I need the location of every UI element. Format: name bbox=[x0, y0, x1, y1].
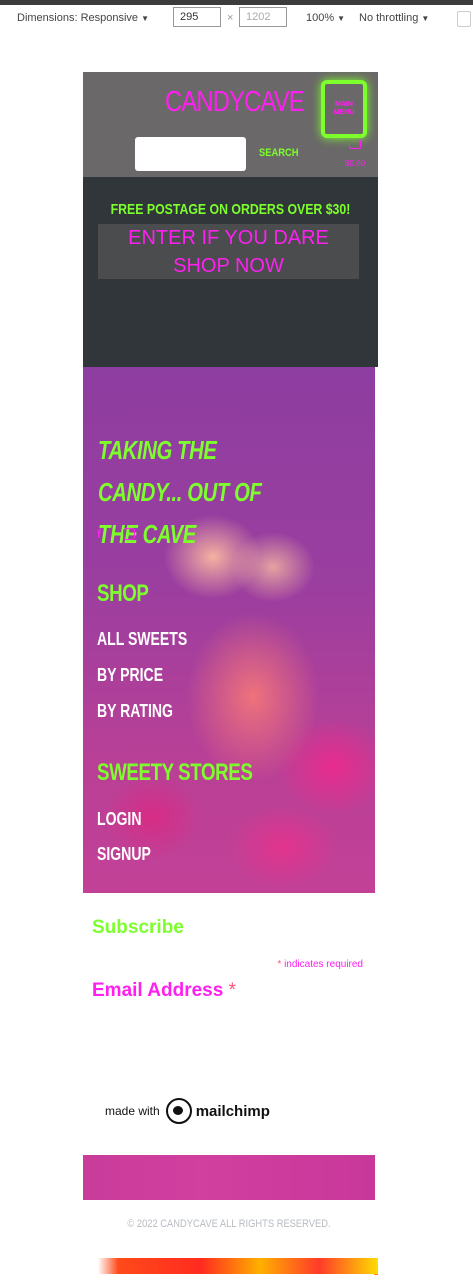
mailchimp-logo-icon bbox=[165, 1098, 192, 1124]
shop-heading: SHOP bbox=[97, 580, 149, 607]
width-input[interactable]: 295 bbox=[173, 7, 221, 27]
devtools-device-toolbar: Dimensions: Responsive ▼ 295 × 1202 100% ▼… bbox=[0, 5, 473, 33]
link-all-sweets[interactable]: ALL SWEETS bbox=[97, 629, 187, 650]
mailchimp-wordmark: mailchimp bbox=[195, 1102, 270, 1120]
copyright-text: © 2022 CANDYCAVE ALL RIGHTS RESERVED. bbox=[127, 1218, 331, 1230]
search-input[interactable] bbox=[135, 137, 246, 171]
promo-banner: FREE POSTAGE ON ORDERS OVER $30! ENTER I… bbox=[83, 177, 378, 367]
rotate-icon[interactable] bbox=[457, 11, 471, 27]
gummy-bear-footer: TAKING THE CANDY... OUT OF THE CAVE f SH… bbox=[83, 367, 375, 893]
height-input[interactable]: 1202 bbox=[239, 7, 287, 27]
email-address-label: Email Address * bbox=[92, 980, 236, 1002]
chevron-down-icon: ▼ bbox=[141, 14, 149, 23]
decorative-band bbox=[83, 1155, 375, 1200]
required-star: * bbox=[228, 980, 236, 1001]
dimensions-label: Dimensions: Responsive bbox=[17, 12, 139, 24]
zoom-dropdown[interactable]: 100% ▼ bbox=[306, 12, 345, 24]
link-login[interactable]: LOGIN bbox=[97, 809, 141, 830]
made-with-text: made with bbox=[105, 1104, 160, 1118]
free-postage-notice: FREE POSTAGE ON ORDERS OVER $30! bbox=[110, 201, 351, 218]
basket-icon[interactable] bbox=[349, 140, 361, 149]
link-by-rating[interactable]: BY RATING bbox=[97, 701, 173, 722]
dimensions-dropdown[interactable]: Dimensions: Responsive ▼ bbox=[17, 12, 149, 24]
instagram-icon[interactable] bbox=[123, 528, 135, 540]
subscribe-form: Subscribe * indicates required Email Add… bbox=[83, 893, 375, 1155]
subscribe-title: Subscribe bbox=[92, 917, 184, 938]
mailchimp-badge[interactable]: made with mailchimp bbox=[105, 1098, 270, 1124]
zoom-label: 100% bbox=[306, 12, 335, 24]
candycave-page: CANDYCAVE MAIN MENU SEARCH $0.00 FREE PO… bbox=[83, 72, 378, 1258]
site-logo[interactable]: CANDYCAVE bbox=[165, 86, 305, 119]
main-menu-button[interactable]: MAIN MENU bbox=[321, 80, 367, 138]
email-label-text: Email Address bbox=[92, 980, 224, 1001]
facebook-icon[interactable]: f bbox=[97, 527, 111, 541]
shop-now-button[interactable]: ENTER IF YOU DARE SHOP NOW bbox=[98, 224, 359, 279]
required-note-text: indicates required bbox=[284, 959, 363, 970]
required-note: * indicates required bbox=[277, 959, 363, 970]
search-button[interactable]: SEARCH bbox=[259, 147, 298, 159]
chevron-down-icon: ▼ bbox=[421, 14, 430, 23]
throttling-label: No throttling bbox=[359, 12, 419, 24]
required-star: * bbox=[277, 959, 282, 970]
sweety-stores-heading: SWEETY STORES bbox=[97, 759, 253, 786]
link-signup[interactable]: SIGNUP bbox=[97, 844, 151, 865]
viewport-bottom-overflow bbox=[83, 1258, 378, 1274]
throttling-dropdown[interactable]: No throttling ▼ bbox=[359, 12, 429, 24]
times-sign: × bbox=[227, 12, 234, 24]
chevron-down-icon: ▼ bbox=[337, 14, 346, 23]
link-by-price[interactable]: BY PRICE bbox=[97, 665, 163, 686]
site-header: CANDYCAVE MAIN MENU SEARCH $0.00 bbox=[83, 72, 378, 177]
cart-total[interactable]: $0.00 bbox=[345, 159, 365, 168]
